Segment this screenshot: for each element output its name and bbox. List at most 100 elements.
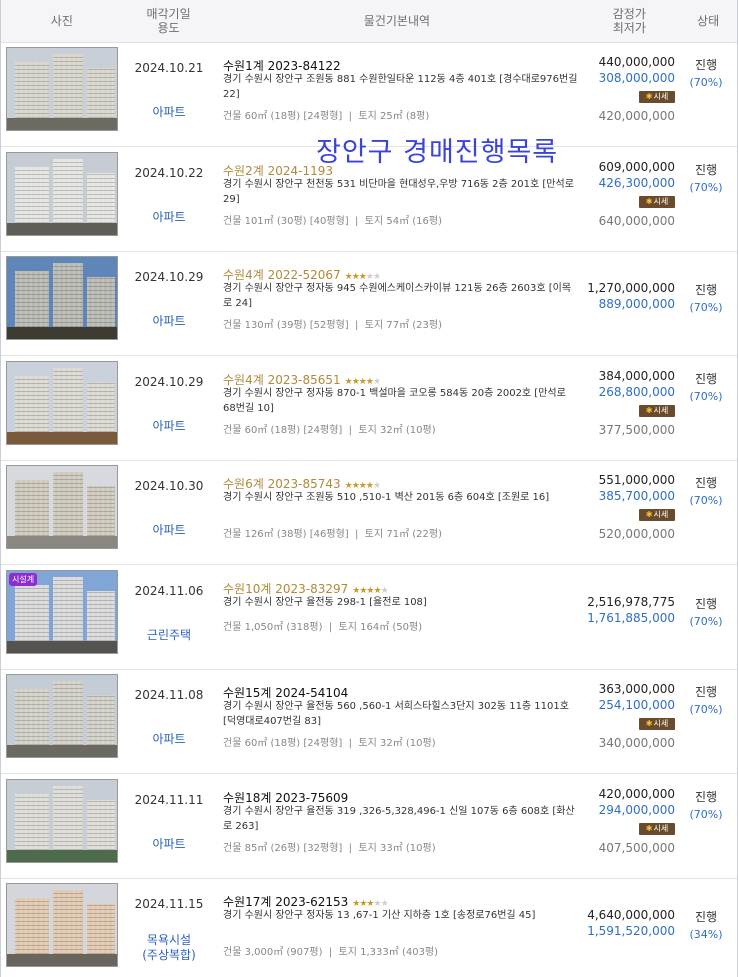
table-body: 2024.10.21 아파트 수원1계 2023-84122 경기 수원시 장안구 조… — [1, 43, 737, 977]
previous-price: 377,500,000 — [598, 422, 675, 437]
case-number[interactable]: 수원6계 2023-85743 — [223, 477, 341, 491]
property-photo[interactable] — [6, 151, 118, 236]
status-percent: (70%) — [689, 389, 723, 403]
market-price-button[interactable]: ✱시세 — [639, 718, 675, 730]
photo-ground — [7, 327, 117, 339]
sise-icon: ✱ — [645, 405, 653, 415]
status-badge: 진행 (70%) — [679, 57, 733, 91]
market-price-button[interactable]: ✱시세 — [639, 195, 675, 208]
photo-building — [53, 54, 83, 122]
sise-label: 시세 — [653, 719, 669, 728]
photo-building — [53, 890, 83, 958]
table-row[interactable]: 2024.11.11 아파트 수원18계 2023-75609 경기 수원시 장안구 … — [1, 775, 737, 879]
header-minimum: 최저가 — [612, 21, 646, 35]
property-photo[interactable] — [6, 883, 118, 967]
appraisal-price: 384,000,000 — [598, 368, 675, 383]
photo-building — [15, 62, 49, 122]
property-photo[interactable]: 시설계 — [6, 569, 118, 654]
photo-building — [53, 785, 83, 854]
photo-ground — [7, 118, 117, 130]
previous-price: 520,000,000 — [598, 527, 675, 541]
status-percent: (70%) — [689, 494, 723, 507]
photo-windows — [15, 62, 49, 122]
status-text: 진행 — [694, 910, 718, 924]
photo-windows — [87, 695, 115, 749]
property-photo[interactable] — [6, 674, 118, 758]
case-number[interactable]: 수원10계 2023-83297 — [223, 582, 348, 596]
status-percent: (70%) — [689, 807, 723, 821]
case-number[interactable]: 수원4계 2023-85651 — [223, 373, 341, 387]
sale-date: 2024.11.11 — [134, 792, 204, 807]
case-number[interactable]: 수원1계 2023-84122 — [223, 59, 341, 73]
property-area: 건물 130㎡ (39평) [52평형] | 토지 77㎡ (23평) — [223, 320, 442, 331]
table-row[interactable]: 2024.10.29 아파트 수원4계 2023-85651 ★★★★★ 경기 수원시 … — [1, 357, 737, 461]
appraisal-price: 551,000,000 — [598, 473, 675, 487]
property-photo[interactable] — [6, 47, 118, 131]
header-date: 매각기일 — [146, 7, 191, 21]
table-row[interactable]: 시설계 2024.11.06 근린주택 수원10계 2023-83297 ★★★★★ 경기… — [1, 566, 737, 670]
property-photo[interactable] — [6, 360, 118, 445]
status-percent: (70%) — [689, 76, 723, 89]
photo-building — [87, 695, 115, 749]
status-badge: 진행 (70%) — [679, 596, 733, 630]
table-row[interactable]: 2024.11.08 아파트 수원15계 2024-54104 경기 수원시 장안구 … — [1, 670, 737, 774]
property-area: 건물 126㎡ (38평) [46평형] | 토지 71㎡ (22평) — [223, 529, 442, 540]
photo-ground — [7, 640, 117, 653]
table-row[interactable]: 2024.11.15 목욕시설 (주상복합) 수원17계 2023-62153 ★★★… — [1, 879, 737, 977]
property-area: 건물 3,000㎡ (907평) | 토지 1,333㎡ (403평) — [223, 947, 439, 958]
case-number[interactable]: 수원15계 2024-54104 — [223, 686, 348, 700]
sise-label: 시세 — [653, 196, 669, 206]
sale-date: 2024.10.30 — [134, 479, 204, 493]
status-text: 진행 — [694, 596, 718, 611]
property-address: 경기 수원시 장안구 정자동 13 ,67-1 기산 지하층 1호 [송정로76… — [223, 910, 536, 921]
table-row[interactable]: 2024.10.30 아파트 수원6계 2023-85743 ★★★★★ 경기 수원시 … — [1, 461, 737, 565]
photo-windows — [53, 54, 83, 122]
market-price-button[interactable]: ✱시세 — [639, 822, 675, 835]
photo-windows — [87, 381, 115, 436]
photo-windows — [53, 158, 83, 227]
sale-date: 2024.10.29 — [134, 270, 204, 284]
market-price-button[interactable]: ✱시세 — [639, 509, 675, 521]
status-text: 진행 — [694, 476, 718, 490]
market-price-button[interactable]: ✱시세 — [639, 91, 675, 103]
property-address: 경기 수원시 장안구 율전동 319 ,326-5,328,496-1 신일 1… — [223, 805, 575, 832]
sise-icon: ✱ — [645, 823, 653, 833]
case-number[interactable]: 수원18계 2023-75609 — [223, 791, 348, 805]
case-number[interactable]: 수원17계 2023-62153 — [223, 895, 348, 909]
sise-label: 시세 — [653, 510, 669, 519]
photo-building — [53, 263, 83, 331]
photo-badge: 시설계 — [9, 572, 38, 586]
photo-windows — [15, 898, 49, 958]
status-badge: 진행 (70%) — [679, 789, 733, 823]
previous-price: 407,500,000 — [598, 840, 675, 855]
header-appraisal: 감정가 — [612, 7, 646, 21]
status-percent: (70%) — [689, 614, 723, 628]
property-address: 경기 수원시 장안구 율전동 560 ,560-1 서희스타힐스3단지 302동… — [223, 701, 569, 727]
property-type: 아파트 — [152, 523, 186, 537]
case-number[interactable]: 수원4계 2022-52067 — [223, 268, 341, 282]
photo-windows — [87, 277, 115, 331]
photo-ground — [7, 431, 117, 444]
status-badge: 진행 (34%) — [679, 909, 733, 943]
photo-windows — [15, 584, 49, 645]
property-photo[interactable] — [6, 778, 118, 863]
sise-icon: ✱ — [645, 510, 653, 519]
table-row[interactable]: 2024.10.29 아파트 수원4계 2022-52067 ★★★★★ 경기 수원시 … — [1, 252, 737, 356]
minimum-price: 889,000,000 — [598, 297, 675, 311]
status-badge: 진행 (70%) — [679, 684, 733, 718]
photo-windows — [53, 890, 83, 958]
sise-label: 시세 — [653, 92, 669, 101]
sise-icon: ✱ — [645, 719, 653, 728]
status-text: 진행 — [694, 685, 718, 699]
photo-windows — [87, 904, 115, 958]
photo-building — [87, 799, 115, 854]
property-type: 아파트 — [152, 314, 186, 328]
property-photo[interactable] — [6, 465, 118, 549]
market-price-button[interactable]: ✱시세 — [639, 404, 675, 417]
status-badge: 진행 (70%) — [679, 475, 733, 509]
sale-date: 2024.10.29 — [134, 374, 204, 389]
photo-windows — [53, 472, 83, 540]
status-badge: 진행 (70%) — [679, 282, 733, 316]
appraisal-price: 363,000,000 — [598, 682, 675, 696]
property-photo[interactable] — [6, 256, 118, 340]
